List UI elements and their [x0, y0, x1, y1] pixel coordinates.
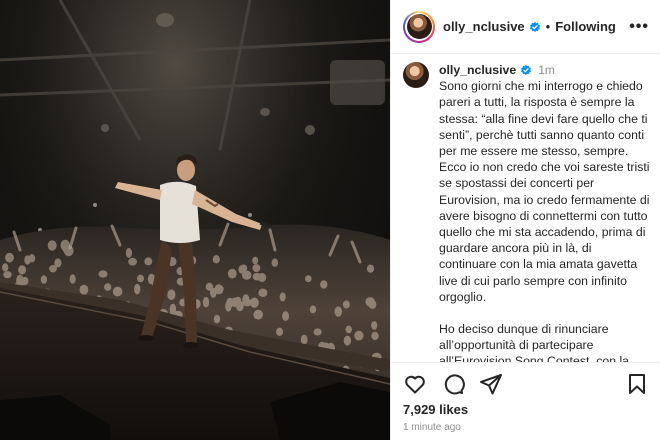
crowd-head	[104, 283, 112, 291]
crowd-head	[371, 321, 378, 330]
crowd-head	[24, 255, 31, 265]
crowd-head	[1, 263, 9, 272]
crowd-head	[144, 257, 153, 266]
crowd-head	[242, 298, 252, 307]
crowd-head	[305, 275, 312, 283]
crowd-head	[213, 314, 221, 324]
caption: olly_nclusive 1m Sono giorni che mi inte…	[391, 54, 660, 362]
more-options-button[interactable]: •••	[629, 18, 649, 36]
crowd-head	[134, 283, 141, 295]
caption-username[interactable]: olly_nclusive	[439, 62, 516, 78]
crowd-head	[214, 284, 224, 295]
crowd-head	[282, 311, 290, 321]
crowd-head	[313, 328, 322, 336]
story-ring[interactable]	[403, 10, 435, 43]
crowd-head	[60, 239, 70, 251]
crowd-head	[252, 256, 259, 265]
avatar	[406, 14, 432, 39]
crowd-head	[345, 325, 352, 334]
crowd-head	[276, 327, 284, 336]
crowd-head	[98, 270, 108, 278]
following-button[interactable]: Following	[555, 19, 616, 34]
post-sidebar: olly_nclusive • Following ••• olly_nclus…	[390, 0, 660, 440]
crowd-head	[167, 289, 176, 301]
crowd-head	[371, 331, 379, 341]
crowd-head	[47, 240, 57, 251]
crowd-head	[343, 335, 352, 346]
concert-photo	[0, 0, 390, 440]
crowd-head	[16, 274, 24, 286]
share-icon[interactable]	[479, 372, 503, 396]
crowd-head	[258, 288, 268, 297]
crowd-head	[334, 306, 343, 317]
crowd-head	[202, 296, 210, 308]
crowd-head	[128, 257, 138, 266]
crowd-head	[79, 284, 89, 295]
post-image[interactable]	[0, 0, 390, 440]
crowd-head	[69, 274, 76, 284]
caption-paragraph: Sono giorni che mi interrogo e chiedo pa…	[439, 79, 650, 304]
crowd-head	[252, 272, 262, 281]
post-timestamp: 1 minute ago	[403, 422, 461, 433]
crowd-head	[18, 265, 27, 275]
crowd-head	[252, 264, 261, 273]
separator-dot: •	[545, 19, 551, 34]
crowd-head	[366, 264, 375, 273]
crowd-head	[279, 292, 286, 302]
crowd-head	[320, 280, 328, 289]
crowd-head	[271, 258, 279, 267]
crowd-head	[225, 300, 232, 312]
crowd-head	[212, 255, 220, 264]
crowd-head	[3, 271, 12, 279]
crowd-head	[253, 309, 263, 320]
crowd-head	[40, 275, 48, 284]
crowd-head	[137, 274, 144, 283]
verified-badge-icon	[529, 21, 540, 32]
crowd-head	[300, 334, 308, 345]
crowd-head	[365, 297, 376, 307]
crowd-head	[354, 330, 364, 341]
crowd-head	[5, 252, 14, 263]
post-header: olly_nclusive • Following •••	[391, 0, 660, 54]
action-bar: 7,929 likes 1 minute ago	[391, 362, 660, 440]
bookmark-icon[interactable]	[625, 372, 649, 396]
crowd-head	[54, 258, 62, 268]
likes-count[interactable]: 7,929 likes	[403, 402, 649, 417]
comment-icon[interactable]	[441, 372, 465, 396]
author-username[interactable]: olly_nclusive	[443, 19, 525, 34]
crowd-head	[112, 286, 123, 297]
crowd-head	[241, 270, 252, 280]
crowd-head	[309, 305, 317, 314]
caption-timestamp: 1m	[538, 63, 555, 77]
crowd-head	[205, 282, 214, 291]
crowd-head	[125, 247, 132, 258]
heart-icon[interactable]	[403, 372, 427, 396]
crowd-head	[342, 300, 350, 309]
caption-avatar[interactable]	[403, 62, 429, 88]
crowd-head	[227, 268, 237, 279]
verified-badge-icon	[521, 65, 532, 76]
caption-paragraph: Ho deciso dunque di rinunciare all’oppor…	[439, 322, 630, 362]
